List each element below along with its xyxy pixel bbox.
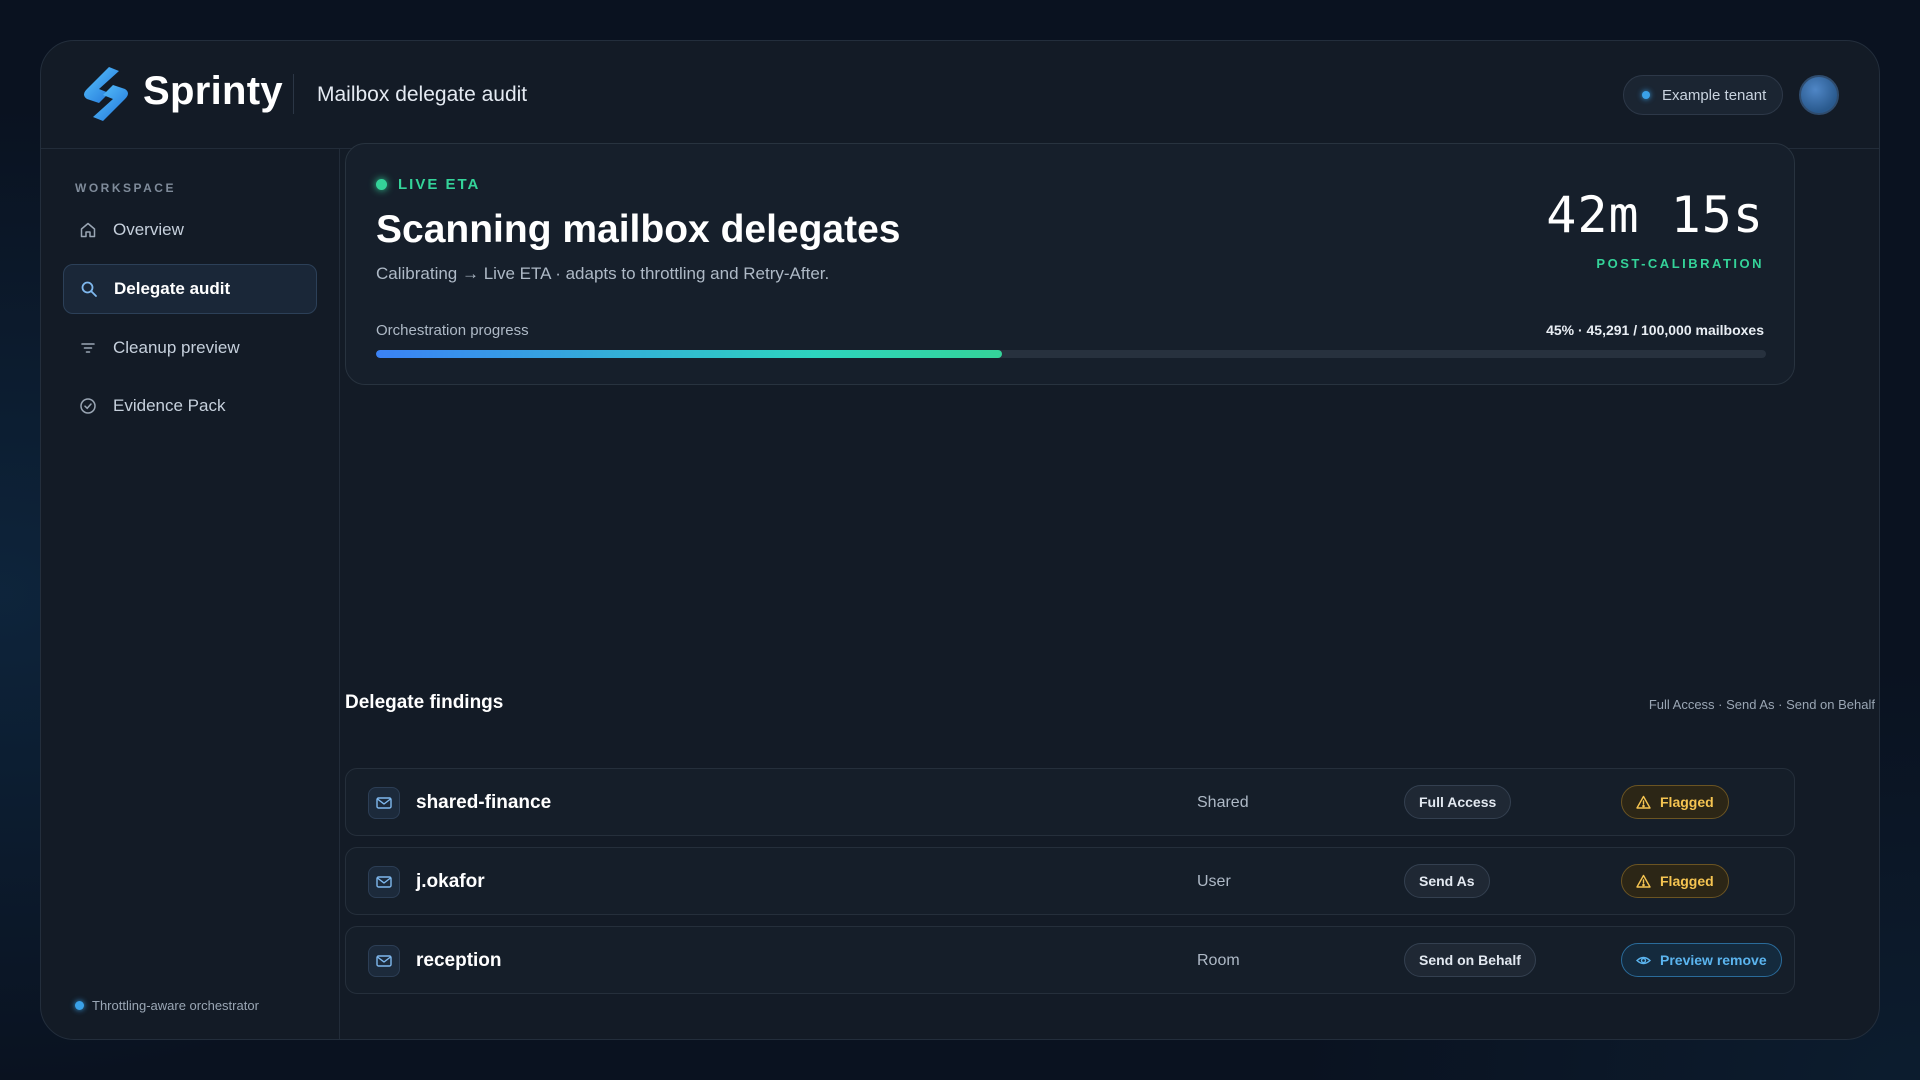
- table-row[interactable]: j.okafor User Send As Flagged: [345, 847, 1795, 915]
- eta-subtitle: Calibrating → Live ETA · adapts to throt…: [376, 264, 830, 283]
- status-dot: [75, 1001, 84, 1010]
- findings-legend: Full Access · Send As · Send on Behalf: [1648, 697, 1875, 712]
- tenant-status-dot: [1642, 91, 1650, 99]
- orchestrator-status-label: Throttling-aware orchestrator: [92, 998, 259, 1013]
- sidebar-item-label: Delegate audit: [114, 279, 231, 298]
- mailbox-name: reception: [416, 950, 502, 971]
- mail-icon: [368, 787, 400, 819]
- orchestrator-status: Throttling-aware orchestrator: [75, 998, 259, 1013]
- status-label: Flagged: [1660, 794, 1714, 810]
- mailbox-type: Shared: [1197, 794, 1249, 811]
- sidebar-section-label: WORKSPACE: [75, 181, 176, 195]
- app-header: Sprinty Mailbox delegate audit Example t…: [41, 41, 1879, 149]
- sidebar-item-overview[interactable]: Overview: [63, 205, 317, 255]
- mailbox-type: User: [1197, 873, 1231, 890]
- status-label: Flagged: [1660, 873, 1714, 889]
- tenant-name: Example tenant: [1662, 86, 1767, 104]
- status-label: Preview remove: [1660, 952, 1767, 968]
- warning-icon: [1636, 874, 1651, 889]
- permission-badge: Send As: [1404, 864, 1490, 898]
- sprinty-logo-icon: [84, 67, 128, 121]
- progress-label: Orchestration progress: [376, 322, 529, 339]
- tenant-selector[interactable]: Example tenant: [1623, 75, 1783, 115]
- check-circle-icon: [79, 397, 97, 415]
- filter-icon: [79, 339, 97, 357]
- preview-remove-button[interactable]: Preview remove: [1621, 943, 1782, 977]
- eta-title: Scanning mailbox delegates: [376, 208, 901, 251]
- warning-icon: [1636, 795, 1651, 810]
- mail-icon: [368, 945, 400, 977]
- sidebar-item-label: Overview: [113, 220, 184, 239]
- user-avatar[interactable]: [1799, 75, 1839, 115]
- sidebar: WORKSPACE Overview Delegate audit Cleanu…: [41, 149, 340, 1039]
- permission-badge: Send on Behalf: [1404, 943, 1536, 977]
- mail-icon: [368, 866, 400, 898]
- sidebar-item-evidence-pack[interactable]: Evidence Pack: [63, 381, 317, 431]
- brand-name: Sprinty: [143, 69, 283, 113]
- live-eta-badge: LIVE ETA: [376, 176, 480, 193]
- live-eta-card: LIVE ETA Scanning mailbox delegates Cali…: [345, 143, 1795, 385]
- status-badge[interactable]: Flagged: [1621, 785, 1729, 819]
- mailbox-name: shared-finance: [416, 792, 552, 813]
- table-row[interactable]: reception Room Send on Behalf Preview re…: [345, 926, 1795, 994]
- live-indicator-dot: [376, 179, 387, 190]
- home-icon: [79, 221, 97, 239]
- live-eta-label: LIVE ETA: [398, 176, 481, 193]
- findings-title: Delegate findings: [345, 692, 504, 713]
- sidebar-item-label: Cleanup preview: [113, 338, 240, 357]
- eta-countdown: 42m 15s: [1546, 186, 1764, 244]
- eye-icon: [1636, 953, 1651, 968]
- sidebar-item-delegate-audit[interactable]: Delegate audit: [63, 264, 317, 314]
- mailbox-type: Room: [1197, 952, 1240, 969]
- sidebar-item-label: Evidence Pack: [113, 396, 226, 415]
- progress-bar-fill: [376, 350, 1002, 358]
- progress-stats: 45% · 45,291 / 100,000 mailboxes: [1546, 322, 1764, 338]
- sidebar-item-cleanup-preview[interactable]: Cleanup preview: [63, 323, 317, 373]
- progress-bar: [376, 350, 1766, 358]
- header-divider: [293, 74, 294, 114]
- permission-badge: Full Access: [1404, 785, 1512, 819]
- table-row[interactable]: shared-finance Shared Full Access Flagge…: [345, 768, 1795, 836]
- mailbox-name: j.okafor: [416, 871, 485, 892]
- page-title: Mailbox delegate audit: [317, 83, 528, 106]
- search-icon: [80, 280, 98, 298]
- eta-countdown-label: POST-CALIBRATION: [1596, 256, 1764, 271]
- status-badge[interactable]: Flagged: [1621, 864, 1729, 898]
